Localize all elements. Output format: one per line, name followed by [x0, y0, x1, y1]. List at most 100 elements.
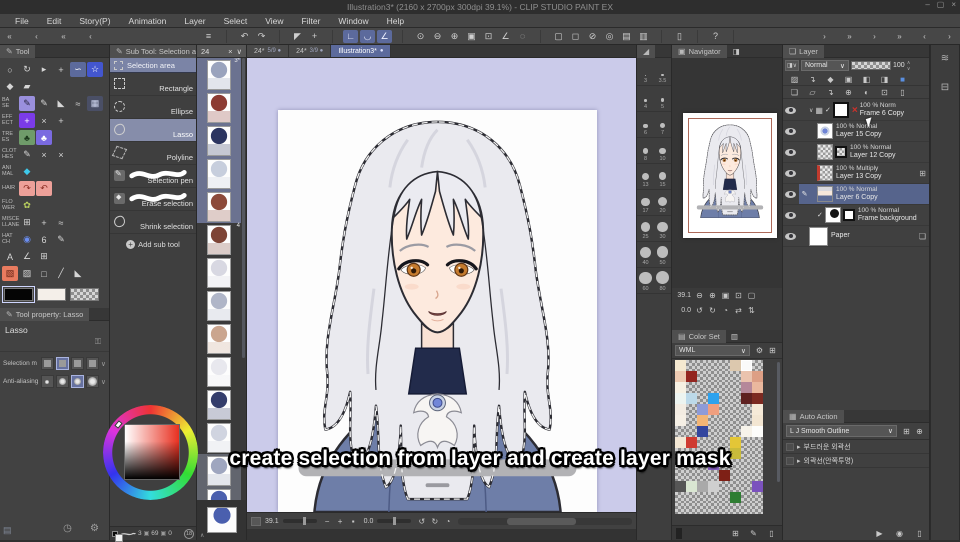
swatch[interactable]: [719, 404, 730, 415]
rotate-tool[interactable]: ↻: [19, 62, 35, 77]
swatch[interactable]: [708, 404, 719, 415]
brush-size-tab[interactable]: ◢: [637, 45, 655, 58]
misc-blend-tool[interactable]: ≈: [53, 215, 69, 230]
swatch[interactable]: [686, 503, 697, 514]
swatch[interactable]: [686, 360, 697, 371]
swatch[interactable]: [752, 393, 763, 404]
minimize-button[interactable]: –: [925, 0, 929, 9]
swatch[interactable]: [752, 371, 763, 382]
canvas-mini-thumb[interactable]: [251, 517, 261, 526]
link-icon[interactable]: ⊘: [585, 30, 600, 43]
menu-animation[interactable]: Animation: [120, 16, 176, 26]
fit-to-screen-icon[interactable]: ▣: [464, 30, 479, 43]
page-thumb[interactable]: 3*: [197, 58, 241, 91]
opacity-slider[interactable]: [851, 61, 891, 70]
swatch[interactable]: [708, 426, 719, 437]
collapse-panel-icon[interactable]: ‹: [30, 32, 43, 41]
aa-none[interactable]: [41, 375, 54, 388]
swatch[interactable]: [686, 470, 697, 481]
swatch[interactable]: [708, 415, 719, 426]
auto-action-tab[interactable]: ▦Auto Action: [783, 410, 844, 423]
nav-rotate-ccw-icon[interactable]: ↺: [693, 306, 706, 315]
chevron-double-icon[interactable]: »: [843, 32, 856, 41]
swatch[interactable]: [697, 393, 708, 404]
subtool-selection-pen[interactable]: Selection pen: [110, 165, 196, 188]
apply-mask-icon[interactable]: ⊡: [876, 88, 893, 97]
chevron-down-icon[interactable]: ∨: [101, 378, 106, 386]
swatch[interactable]: [719, 393, 730, 404]
tool-property-tab[interactable]: ✎Tool property: Lasso: [0, 308, 89, 321]
swatch[interactable]: [686, 492, 697, 503]
swatch[interactable]: [675, 360, 686, 371]
chevron-down-icon[interactable]: ∨: [237, 47, 243, 56]
canvas-viewport[interactable]: [247, 58, 636, 512]
swatch[interactable]: [675, 481, 686, 492]
swatch[interactable]: [697, 382, 708, 393]
clip-to-layer-below-icon[interactable]: ↴: [804, 75, 821, 84]
play-action-icon[interactable]: ▶: [873, 529, 886, 538]
brush-size-3[interactable]: 3: [637, 60, 654, 86]
swatch[interactable]: [697, 503, 708, 514]
brush-size-40[interactable]: 40: [637, 242, 654, 268]
canvas-reset-rotation-icon[interactable]: ◔: [441, 517, 454, 526]
save-icon[interactable]: ▤: [619, 30, 634, 43]
subtool-rectangle[interactable]: Rectangle: [110, 73, 196, 96]
selection-icon[interactable]: ◻: [568, 30, 583, 43]
collapse-panel2-icon[interactable]: ‹: [84, 32, 97, 41]
page-thumb[interactable]: [197, 124, 241, 157]
swatch[interactable]: [741, 492, 752, 503]
misc-copy-tool[interactable]: ⊞: [19, 215, 35, 230]
subtool-lasso[interactable]: Lasso: [110, 119, 196, 142]
combine-with-layer-below-icon[interactable]: ⊕: [840, 88, 857, 97]
sub-tool-tab[interactable]: ✎Sub Tool: Selection area: [110, 45, 196, 58]
swatch[interactable]: [708, 503, 719, 514]
swatch[interactable]: [675, 503, 686, 514]
subtool-shrink-selection[interactable]: Shrink selection: [110, 211, 196, 234]
brush-size-50[interactable]: 50: [654, 242, 671, 268]
gradient-2-tool[interactable]: ▨: [19, 266, 35, 281]
rotate-view-icon[interactable]: ⊙: [413, 30, 428, 43]
stroke-history-icon[interactable]: ◷: [61, 523, 74, 534]
swatch[interactable]: [752, 503, 763, 514]
swatch[interactable]: [686, 481, 697, 492]
transparency-icon[interactable]: ▨: [786, 75, 803, 84]
canvas-zoom-slider[interactable]: [283, 519, 317, 523]
canvas-rotate-ccw-icon[interactable]: ↺: [415, 517, 428, 526]
maximize-button[interactable]: ▢: [937, 0, 945, 9]
swatch[interactable]: [719, 371, 730, 382]
brush-size-25[interactable]: 25: [637, 216, 654, 242]
subtool-ellipse[interactable]: Ellipse: [110, 96, 196, 119]
nav-fit-icon[interactable]: ▣: [719, 291, 732, 300]
clip-studio-share-icon[interactable]: ⊟: [939, 82, 952, 93]
delete-action-icon[interactable]: ▯: [913, 529, 926, 538]
subtool-erase-selection[interactable]: Erase selection: [110, 188, 196, 211]
page-thumb[interactable]: [197, 322, 241, 355]
brush-size-8[interactable]: 8: [637, 138, 654, 164]
add-sub-tool-button[interactable]: +Add sub tool: [110, 240, 196, 249]
layer-row-frame-background[interactable]: ✓100 % NormalFrame background: [783, 205, 929, 226]
chevron-down-icon[interactable]: ∨: [809, 107, 813, 114]
current-page-thumb[interactable]: [207, 507, 237, 533]
canvas-rotation-slider[interactable]: [377, 519, 411, 523]
document-tab-illustration3[interactable]: Illustration3*●: [331, 45, 391, 57]
swatch[interactable]: [730, 404, 741, 415]
subview-tab-icon[interactable]: ◨: [733, 47, 740, 56]
menu-edit[interactable]: Edit: [38, 16, 71, 26]
aa-medium[interactable]: [71, 375, 84, 388]
move-canvas-icon[interactable]: +: [307, 30, 322, 43]
nav-zoom-out-icon[interactable]: ⊖: [693, 291, 706, 300]
undo-icon[interactable]: ↶: [237, 30, 252, 43]
main-menu-icon[interactable]: ≡: [201, 30, 216, 43]
swatch[interactable]: [697, 470, 708, 481]
rotate-dial-icon[interactable]: ◌: [515, 30, 530, 43]
eraser-tool[interactable]: ▰: [19, 79, 35, 94]
blend-tool[interactable]: ≈: [70, 96, 86, 111]
record-action-icon[interactable]: ◉: [893, 529, 906, 538]
page-thumb[interactable]: [197, 355, 241, 388]
selection-mode-new[interactable]: [41, 357, 54, 370]
layer-row-frame-6-copy[interactable]: ∨▦✓×100 % NormFrame 6 Copy: [783, 100, 929, 121]
swatch[interactable]: [741, 371, 752, 382]
zoom-out-icon[interactable]: ⊖: [430, 30, 445, 43]
effect-cut-tool[interactable]: ×: [36, 113, 52, 128]
swatch[interactable]: [675, 371, 686, 382]
